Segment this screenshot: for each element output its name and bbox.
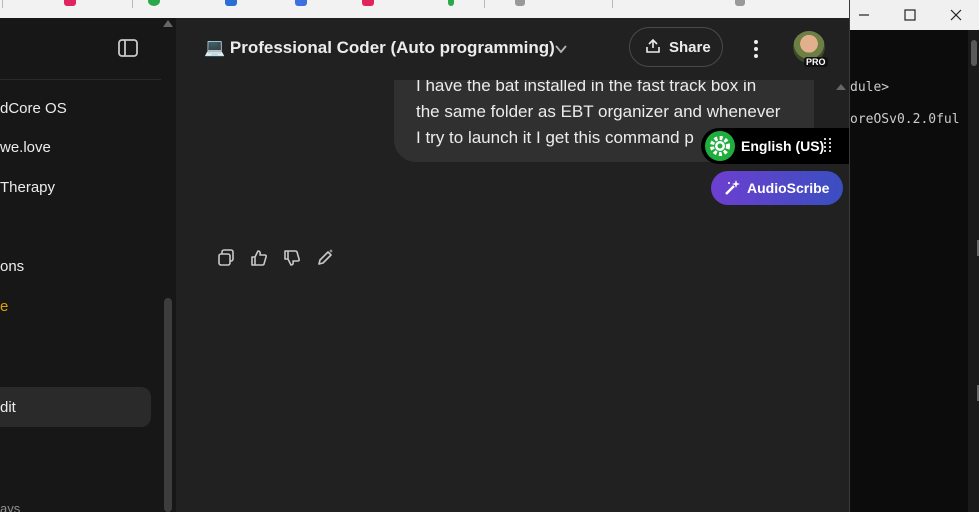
more-options-icon[interactable]	[746, 38, 766, 60]
tab-favicon[interactable]	[515, 0, 525, 6]
terminal-scrollbar-thumb[interactable]	[971, 40, 977, 66]
scroll-up-arrow-icon[interactable]	[163, 20, 173, 27]
audioscribe-label: AudioScribe	[747, 180, 830, 196]
tab-separator	[2, 0, 3, 8]
close-icon[interactable]	[949, 8, 963, 22]
share-label: Share	[669, 39, 711, 56]
tab-favicon[interactable]	[295, 0, 307, 6]
browser-tab-strip	[0, 0, 849, 18]
sidebar-toggle-icon[interactable]	[117, 38, 139, 58]
gear-icon	[705, 131, 735, 161]
thumbs-up-icon[interactable]	[249, 248, 269, 268]
main-chat-area: I have the bat installed in the fast tra…	[176, 18, 849, 512]
audioscribe-button[interactable]: AudioScribe	[711, 171, 843, 205]
scroll-up-arrow-icon[interactable]	[836, 84, 846, 90]
terminal-line: oreOSv0.2.0ful	[850, 112, 960, 127]
tab-separator	[132, 0, 133, 8]
minimize-icon[interactable]	[857, 8, 871, 22]
tab-favicon[interactable]	[148, 0, 160, 6]
share-button[interactable]: Share	[629, 27, 723, 67]
maximize-icon[interactable]	[903, 8, 917, 22]
chat-header: 💻 Professional Coder (Auto programming) …	[176, 18, 849, 80]
magic-wand-icon	[725, 180, 740, 195]
tab-favicon[interactable]	[448, 0, 454, 6]
tab-favicon[interactable]	[735, 0, 745, 6]
terminal-titlebar[interactable]	[850, 0, 979, 30]
tab-favicon[interactable]	[64, 0, 76, 6]
edit-icon[interactable]	[315, 248, 335, 268]
sidebar-item[interactable]: ons	[0, 258, 24, 275]
share-icon	[646, 38, 660, 53]
sidebar-item[interactable]: Therapy	[0, 179, 55, 196]
sidebar-section-label: ays	[0, 501, 21, 512]
drag-handle-icon[interactable]	[823, 137, 833, 155]
sidebar-item[interactable]: e	[0, 298, 8, 315]
sidebar-item[interactable]: we.love	[0, 139, 51, 156]
tab-separator	[612, 0, 613, 8]
message-line: the same folder as EBT organizer and whe…	[416, 102, 781, 121]
sidebar-scrollbar-thumb[interactable]	[164, 298, 172, 512]
tab-favicon[interactable]	[225, 0, 237, 6]
thumbs-down-icon[interactable]	[282, 248, 302, 268]
tab-separator	[484, 0, 485, 8]
sidebar-item-active[interactable]: dit	[0, 399, 16, 416]
sidebar-divider	[0, 79, 161, 80]
tab-favicon[interactable]	[362, 0, 374, 6]
language-selector[interactable]: English (US)	[701, 128, 849, 164]
sidebar-item[interactable]: dCore OS	[0, 100, 67, 117]
message-line: I try to launch it I get this command p	[416, 128, 694, 147]
chevron-down-icon[interactable]	[554, 42, 568, 56]
model-title[interactable]: 💻 Professional Coder (Auto programming)	[204, 38, 555, 58]
terminal-line: dule>	[850, 80, 890, 95]
pro-badge: PRO	[804, 57, 828, 67]
copy-icon[interactable]	[216, 248, 236, 268]
terminal-scrollbar[interactable]	[968, 30, 979, 512]
sidebar: dCore OS we.love Therapy ons e dit ays	[0, 18, 176, 512]
sidebar-active-highlight	[0, 387, 151, 427]
language-label: English (US)	[741, 138, 825, 154]
terminal-window: dule> oreOSv0.2.0ful	[849, 0, 979, 512]
